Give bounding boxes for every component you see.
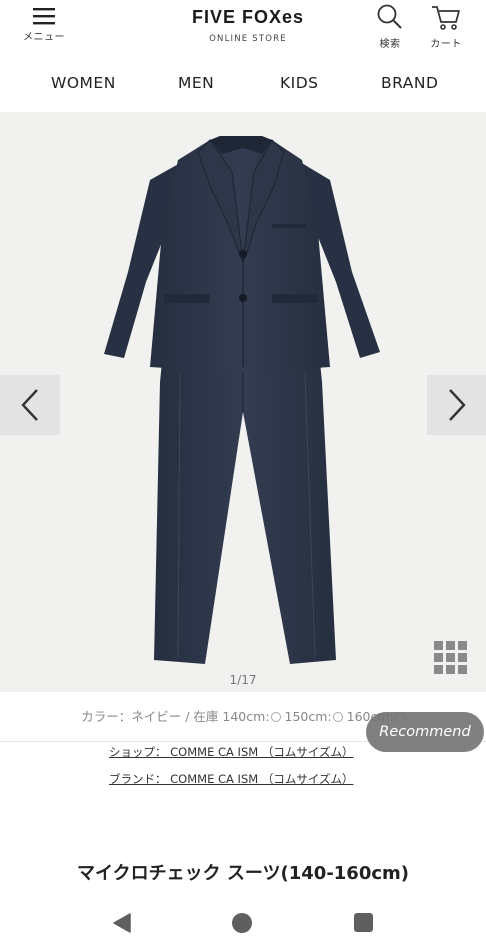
product-image-gallery: 1/17 [0, 112, 486, 692]
cart-label: カート [430, 39, 462, 50]
grid-icon [434, 641, 467, 674]
back-icon[interactable] [113, 913, 131, 933]
chevron-right-icon [449, 389, 466, 421]
home-icon[interactable] [232, 913, 252, 933]
previous-image-button[interactable] [0, 375, 60, 435]
logo-subtitle: ONLINE STORE [209, 34, 287, 44]
product-image [104, 136, 380, 664]
in-stock-circle-icon [332, 712, 343, 722]
search-icon [377, 4, 402, 29]
image-counter: 1/17 [229, 673, 257, 687]
recommend-button[interactable]: Recommend [366, 712, 484, 752]
category-nav: WOMEN MEN KIDS BRAND [0, 62, 486, 110]
search-button[interactable]: 検索 [372, 3, 408, 50]
size-150: 150cm: [284, 709, 332, 724]
cart-button[interactable]: カート [424, 3, 468, 50]
chevron-left-icon [21, 389, 38, 421]
menu-label: メニュー [23, 32, 65, 43]
in-stock-circle-icon [270, 712, 281, 722]
search-label: 検索 [379, 39, 401, 50]
logo-title: FIVE FOXes [191, 7, 305, 27]
color-stock-label: カラー：ネイビー / 在庫 [81, 709, 219, 724]
nav-item-men[interactable]: MEN [178, 74, 214, 92]
nav-item-brand[interactable]: BRAND [381, 74, 438, 92]
next-image-button[interactable] [427, 375, 486, 435]
site-logo[interactable]: FIVE FOXes ONLINE STORE [168, 7, 328, 44]
nav-item-kids[interactable]: KIDS [280, 74, 319, 92]
brand-link[interactable]: ブランド： COMME CA ISM （コムサイズム） [109, 771, 353, 787]
system-navigation-bar [0, 900, 486, 951]
product-title: マイクロチェック スーツ(140-160cm) [76, 863, 410, 884]
nav-item-women[interactable]: WOMEN [51, 74, 116, 92]
site-header: メニュー FIVE FOXes ONLINE STORE 検索 カート [0, 0, 486, 62]
cart-icon [432, 6, 460, 30]
shop-link[interactable]: ショップ： COMME CA ISM （コムサイズム） [109, 744, 353, 760]
size-140: 140cm: [222, 709, 270, 724]
recents-icon[interactable] [354, 913, 373, 932]
hamburger-icon [33, 8, 55, 25]
thumbnail-grid-button[interactable] [433, 640, 469, 676]
menu-button[interactable]: メニュー [16, 6, 72, 43]
